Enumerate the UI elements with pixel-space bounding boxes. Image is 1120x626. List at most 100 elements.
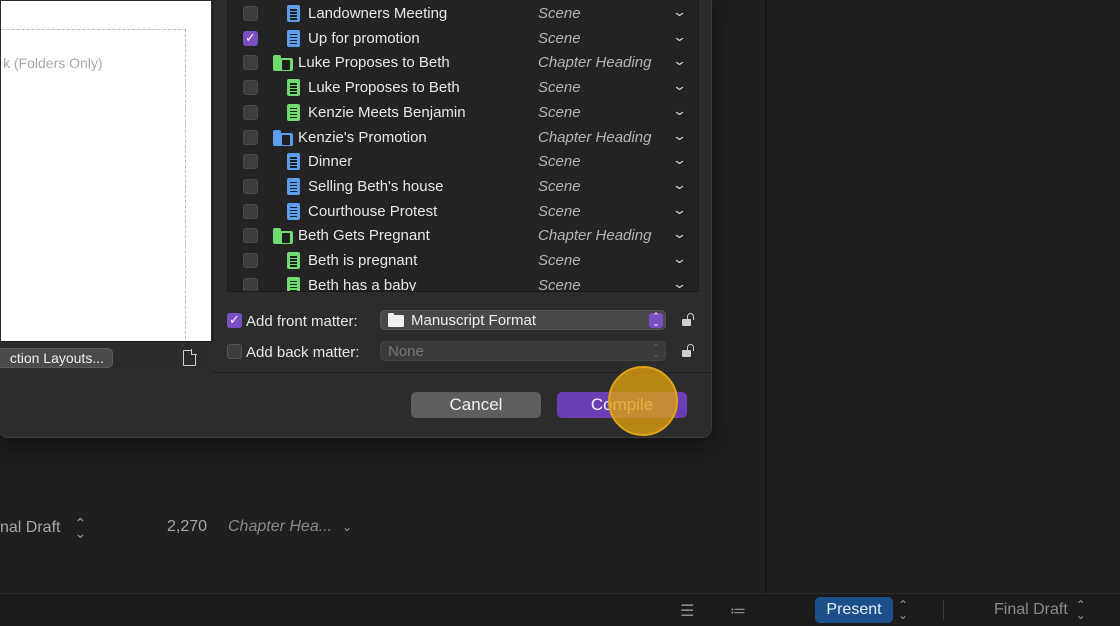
contents-row[interactable]: Luke Proposes to Beth Scene ⌄: [228, 76, 698, 101]
unlock-icon[interactable]: [682, 344, 694, 358]
contents-row[interactable]: Up for promotion Scene ⌄: [228, 27, 698, 52]
contents-row[interactable]: Dinner Scene ⌄: [228, 150, 698, 175]
chevron-down-icon[interactable]: ⌄: [672, 152, 687, 168]
bottom-bar: [0, 593, 1120, 626]
align-text-icon[interactable]: ☰: [680, 601, 694, 621]
pane-divider: [765, 0, 767, 626]
document-icon: [287, 29, 300, 47]
contents-row[interactable]: Beth is pregnant Scene ⌄: [228, 249, 698, 274]
up-down-arrows-icon: ⌃ ⌄: [1075, 598, 1086, 622]
include-checkbox[interactable]: [243, 104, 258, 120]
layout-preview-pane: k (Folders Only) ction Layouts...: [0, 0, 213, 373]
chevron-down-icon[interactable]: ⌄: [672, 202, 687, 218]
contents-row[interactable]: Selling Beth's house Scene ⌄: [228, 175, 698, 200]
include-checkbox[interactable]: [243, 154, 258, 170]
divider: [943, 600, 944, 620]
include-checkbox[interactable]: [243, 129, 258, 145]
document-icon: [287, 202, 300, 220]
draft-selector[interactable]: nal Draft ⌃ ⌄: [0, 515, 87, 544]
chevron-down-icon[interactable]: ⌄: [672, 251, 687, 267]
item-title: Kenzie Meets Benjamin: [308, 103, 466, 121]
document-icon: [287, 177, 300, 195]
document-icon: [287, 5, 300, 22]
item-title: Selling Beth's house: [308, 177, 444, 195]
unlock-icon[interactable]: [682, 313, 694, 327]
cancel-button[interactable]: Cancel: [411, 392, 541, 418]
contents-row[interactable]: Courthouse Protest Scene ⌄: [228, 200, 698, 225]
include-checkbox[interactable]: [243, 253, 258, 268]
back-matter-checkbox[interactable]: [227, 344, 242, 359]
item-title: Up for promotion: [308, 29, 420, 47]
chevron-down-icon[interactable]: ⌄: [672, 276, 687, 291]
section-type-label[interactable]: Scene: [538, 153, 581, 170]
section-type-selector[interactable]: Chapter Hea... ⌄: [228, 518, 352, 544]
section-layouts-button[interactable]: ction Layouts...: [0, 348, 113, 368]
front-matter-checkbox[interactable]: [227, 312, 242, 328]
item-title: Dinner: [308, 153, 353, 171]
contents-list[interactable]: Cary GrievingScene⌄Landowners MeetingSce…: [227, 0, 699, 292]
include-checkbox[interactable]: [243, 228, 258, 244]
final-draft-label: Final Draft: [994, 601, 1068, 619]
chevron-down-icon: ⌄: [342, 520, 353, 534]
back-matter-value: None: [388, 343, 424, 360]
word-count: 2,270: [167, 518, 208, 535]
folder-icon: [388, 313, 404, 327]
document-icon: [287, 79, 300, 97]
chevron-down-icon[interactable]: ⌄: [672, 53, 687, 69]
front-matter-select[interactable]: Manuscript Format ⌃ ⌄: [380, 310, 666, 330]
chevron-down-icon[interactable]: ⌄: [672, 177, 687, 193]
document-icon: [287, 252, 300, 269]
contents-row[interactable]: Luke Proposes to Beth Chapter Heading ⌄: [228, 51, 698, 76]
section-type-label[interactable]: Chapter Heading: [538, 129, 651, 146]
section-type-label[interactable]: Scene: [538, 5, 581, 22]
contents-row[interactable]: Kenzie Meets Benjamin Scene ⌄: [228, 101, 698, 126]
include-checkbox[interactable]: [243, 55, 258, 71]
section-type-label[interactable]: Scene: [538, 30, 581, 47]
section-type-label[interactable]: Scene: [538, 79, 581, 96]
item-title: Kenzie's Promotion: [298, 128, 427, 146]
folder-icon: [273, 55, 293, 72]
chevron-down-icon[interactable]: ⌄: [672, 128, 687, 144]
contents-row[interactable]: Kenzie's Promotion Chapter Heading ⌄: [228, 126, 698, 151]
item-title: Courthouse Protest: [308, 202, 438, 220]
section-type-label[interactable]: Scene: [538, 104, 581, 121]
document-icon[interactable]: [183, 349, 197, 366]
up-down-arrows-icon: ⌃ ⌄: [74, 515, 87, 541]
final-draft-selector[interactable]: Final Draft ⌃ ⌄: [994, 598, 1086, 622]
click-indicator: [608, 366, 678, 436]
document-icon: [287, 103, 300, 121]
include-checkbox[interactable]: [243, 277, 258, 291]
list-view-icon[interactable]: ≔: [730, 601, 746, 621]
page-preview: k (Folders Only): [0, 1, 211, 349]
folder-icon: [273, 129, 293, 146]
section-type-label[interactable]: Scene: [538, 252, 581, 269]
section-type-label[interactable]: Scene: [538, 203, 581, 220]
contents-row[interactable]: Beth has a baby Scene ⌄: [228, 274, 698, 291]
chevron-down-icon[interactable]: ⌄: [672, 78, 687, 94]
include-checkbox[interactable]: [243, 178, 258, 194]
include-checkbox[interactable]: [243, 80, 258, 96]
section-type-label[interactable]: Chapter Heading: [538, 227, 651, 244]
present-button[interactable]: Present: [815, 597, 893, 623]
contents-row[interactable]: Landowners Meeting Scene ⌄: [228, 2, 698, 27]
section-type-label[interactable]: Chapter Heading: [538, 54, 651, 71]
include-checkbox[interactable]: [243, 30, 258, 46]
back-matter-select[interactable]: None ⌃ ⌄: [380, 341, 666, 361]
up-down-arrows-icon[interactable]: ⌃ ⌄: [898, 599, 908, 621]
chevron-down-icon[interactable]: ⌄: [672, 29, 687, 45]
chevron-down-icon[interactable]: ⌄: [672, 4, 687, 20]
dashed-box-label: k (Folders Only): [3, 55, 107, 71]
up-down-arrows-icon: ⌃ ⌄: [649, 312, 663, 328]
include-checkbox[interactable]: [243, 6, 258, 21]
back-matter-label: Add back matter:: [246, 344, 360, 361]
contents-row[interactable]: Beth Gets Pregnant Chapter Heading ⌄: [228, 224, 698, 249]
chevron-down-icon[interactable]: ⌄: [672, 103, 687, 119]
section-type-label[interactable]: Scene: [538, 277, 581, 291]
chevron-down-icon[interactable]: ⌄: [672, 226, 687, 242]
item-title: Luke Proposes to Beth: [308, 79, 460, 97]
include-checkbox[interactable]: [243, 203, 258, 219]
contents-pane: Cary GrievingScene⌄Landowners MeetingSce…: [213, 0, 711, 373]
item-title: Luke Proposes to Beth: [298, 54, 450, 72]
folder-icon: [273, 228, 293, 245]
section-type-label[interactable]: Scene: [538, 178, 581, 195]
